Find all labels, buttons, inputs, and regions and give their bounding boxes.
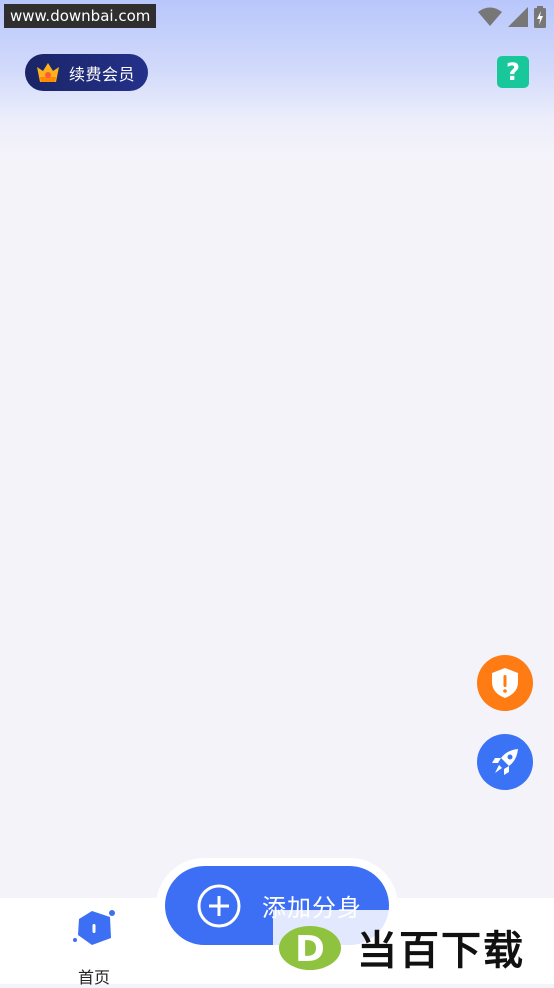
- plus-circle-icon: [197, 884, 241, 927]
- watermark-logo-text: 当百下载: [357, 928, 525, 974]
- question-mark-icon: ?: [506, 58, 520, 86]
- crown-icon: [37, 62, 59, 82]
- shield-alert-icon: [492, 668, 518, 698]
- cell-signal-icon: [508, 7, 528, 27]
- svg-text:D: D: [295, 929, 325, 970]
- rocket-icon: [492, 749, 518, 775]
- home-pentagon-icon: [73, 910, 115, 945]
- security-shield-button[interactable]: [477, 655, 533, 711]
- boost-rocket-button[interactable]: [477, 734, 533, 790]
- wifi-icon: [478, 7, 502, 26]
- renew-vip-label: 续费会员: [69, 64, 136, 84]
- watermark-url: www.downbai.com: [4, 4, 157, 28]
- nav-item-home[interactable]: 首页: [58, 908, 130, 987]
- help-button[interactable]: ?: [497, 56, 529, 88]
- watermark-d-logo: D: [279, 926, 341, 970]
- nav-home-label: 首页: [77, 968, 110, 987]
- battery-icon: [534, 6, 546, 28]
- renew-vip-button[interactable]: 续费会员: [25, 54, 148, 91]
- status-bar: [478, 6, 546, 28]
- watermark-logo: D 当百下载: [273, 910, 554, 984]
